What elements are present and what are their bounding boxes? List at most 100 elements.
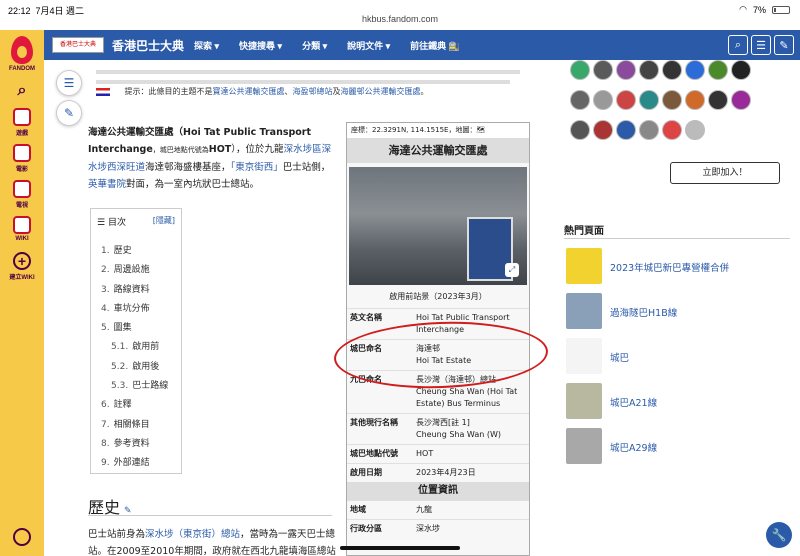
contributor-avatar[interactable]	[639, 120, 659, 140]
hatnote-link[interactable]: 寶達公共運輸交匯處	[213, 87, 285, 96]
contributor-avatar[interactable]	[593, 90, 613, 110]
popular-page-label[interactable]: 2023年城巴新巴專營權合併	[610, 260, 729, 274]
infobox-row: 城巴地點代號 HOT	[347, 444, 529, 463]
nav-docs[interactable]: 說明文件 ▾	[347, 39, 390, 52]
wrench-icon[interactable]: 🔧	[766, 522, 792, 548]
contributor-avatar[interactable]	[708, 60, 728, 80]
rail-tv[interactable]: 電視	[0, 180, 44, 209]
contributor-avatar[interactable]	[639, 60, 659, 80]
intro-link[interactable]: 英華書院	[88, 179, 126, 190]
popular-page-thumbnail	[566, 338, 602, 374]
toc-item[interactable]: 9. 外部連結	[101, 455, 168, 474]
divider	[96, 70, 520, 74]
intro-paragraph: 海達公共運輸交匯處（Hoi Tat Public Transport Inter…	[88, 127, 332, 190]
contributor-avatar[interactable]	[570, 120, 590, 140]
contributor-avatar[interactable]	[708, 90, 728, 110]
contributor-avatar[interactable]	[593, 60, 613, 80]
map-icon[interactable]: 🗺	[476, 126, 485, 134]
rail-create-wiki[interactable]: + 建立WIKI	[0, 252, 44, 281]
popular-page-label[interactable]: 城巴	[610, 350, 629, 364]
rail-wiki[interactable]: WIKI	[0, 216, 44, 242]
infobox-rows: 地域 九龍 行政分區 深水埗	[347, 500, 529, 538]
popular-page-item[interactable]: 城巴A21線	[566, 383, 792, 419]
infobox-key: 行政分區	[350, 524, 382, 533]
discussions-icon[interactable]: ☰	[751, 35, 771, 55]
popular-page-thumbnail	[566, 383, 602, 419]
contributor-avatar[interactable]	[685, 120, 705, 140]
contributor-avatar[interactable]	[662, 90, 682, 110]
search-icon[interactable]: ⌕	[728, 35, 748, 55]
toc-item[interactable]: 6. 註釋	[101, 397, 168, 416]
rail-games[interactable]: 遊戲	[0, 108, 44, 137]
nav-explore[interactable]: 探索 ▾	[194, 39, 219, 52]
address-bar[interactable]: hkbus.fandom.com	[0, 14, 800, 24]
contributor-avatar[interactable]	[593, 120, 613, 140]
wiki-nav: 探索 ▾ 快捷搜尋 ▾ 分類 ▾ 說明文件 ▾ 前往鐵典 🚉	[194, 39, 480, 52]
edit-icon[interactable]: ✎	[774, 35, 794, 55]
toc-item[interactable]: 2. 周邊設施	[101, 262, 168, 281]
toc-hide-link[interactable]: [隱藏]	[153, 215, 175, 226]
infobox-key: 啟用日期	[350, 468, 382, 477]
contributor-avatar[interactable]	[685, 90, 705, 110]
popular-page-label[interactable]: 城巴A21線	[610, 395, 657, 409]
contributor-avatar[interactable]	[616, 90, 636, 110]
infobox-key: 城巴地點代號	[350, 449, 398, 458]
heading-rule	[88, 515, 332, 516]
toc-item[interactable]: 7. 相關條目	[101, 417, 168, 436]
contributor-avatar[interactable]	[639, 90, 659, 110]
infobox-photo[interactable]: ⤢	[349, 167, 527, 285]
toc-item[interactable]: 5. 圖集	[101, 320, 168, 339]
popular-page-thumbnail	[566, 293, 602, 329]
popular-page-item[interactable]: 2023年城巴新巴專營權合併	[566, 248, 792, 284]
contributor-avatar[interactable]	[616, 60, 636, 80]
nav-categories[interactable]: 分類 ▾	[302, 39, 327, 52]
hatnote-link[interactable]: 海盈邨總站	[293, 87, 333, 96]
infobox-caption: 啟用前站景（2023年3月）	[389, 292, 487, 301]
header-tools: ⌕ ☰ ✎	[728, 35, 794, 55]
contributor-avatar[interactable]	[570, 60, 590, 80]
popular-page-thumbnail	[566, 248, 602, 284]
rail-account[interactable]	[0, 528, 44, 548]
toc-item[interactable]: 8. 參考資料	[101, 436, 168, 455]
toc-item[interactable]: 5.2. 啟用後	[101, 359, 168, 378]
toc-item[interactable]: 4. 車坑分佈	[101, 301, 168, 320]
contributor-avatar[interactable]	[616, 120, 636, 140]
table-of-contents: ☰ 目次 [隱藏] 1. 歷史 2. 周邊設施 3. 路線資料 4. 車坑分佈 5. 圖集 5.1.…	[90, 208, 182, 474]
toc-toggle-button[interactable]: ☰	[56, 70, 82, 96]
contributor-avatar[interactable]	[570, 90, 590, 110]
wiki-title[interactable]: 香港巴士大典	[112, 37, 184, 54]
nav-quick-search[interactable]: 快捷搜尋 ▾	[239, 39, 282, 52]
contributor-avatar[interactable]	[731, 60, 751, 80]
fandom-logo[interactable]: FANDOM	[0, 36, 44, 72]
popular-page-label[interactable]: 城巴A29線	[610, 440, 657, 454]
popular-page-label[interactable]: 過海隧巴H1B線	[610, 305, 677, 319]
popular-page-item[interactable]: 城巴	[566, 338, 792, 374]
rail-movies[interactable]: 電影	[0, 144, 44, 173]
contributor-avatar[interactable]	[685, 60, 705, 80]
toc-heading: ☰ 目次	[97, 218, 126, 228]
contributor-avatar[interactable]	[731, 90, 751, 110]
nav-rail-wiki[interactable]: 前往鐵典 🚉	[410, 39, 460, 52]
popular-page-item[interactable]: 過海隧巴H1B線	[566, 293, 792, 329]
edit-button[interactable]: ✎	[56, 100, 82, 126]
contributor-avatar[interactable]	[662, 60, 682, 80]
hatnote-link[interactable]: 海麗邨公共運輸交匯處	[341, 87, 421, 96]
wiki-logo[interactable]: 香港巴士大典	[52, 37, 104, 53]
infobox-value: 2023年4月23日	[416, 468, 476, 477]
intro-link[interactable]: 「東京街西」	[231, 162, 283, 173]
popular-page-thumbnail	[566, 428, 602, 464]
toc-item[interactable]: 5.1. 啟用前	[101, 339, 168, 358]
toc-item[interactable]: 1. 歷史	[101, 243, 168, 262]
contributor-avatar[interactable]	[662, 120, 682, 140]
tv-icon	[13, 180, 31, 198]
toc-item[interactable]: 5.3. 巴士路線	[101, 378, 168, 397]
rail-search[interactable]: ⌕	[0, 82, 44, 100]
toc-item[interactable]: 3. 路線資料	[101, 282, 168, 301]
join-button[interactable]: 立即加入！	[670, 162, 780, 184]
history-link[interactable]: 深水埗（東京街）總站	[145, 529, 240, 540]
popular-page-item[interactable]: 城巴A29線	[566, 428, 792, 464]
wifi-icon: ◠	[739, 4, 747, 14]
flag-icon	[96, 87, 110, 96]
expand-icon[interactable]: ⤢	[505, 263, 519, 277]
infobox-value: 長沙灣西[註 1] Cheung Sha Wan (W)	[416, 418, 501, 439]
